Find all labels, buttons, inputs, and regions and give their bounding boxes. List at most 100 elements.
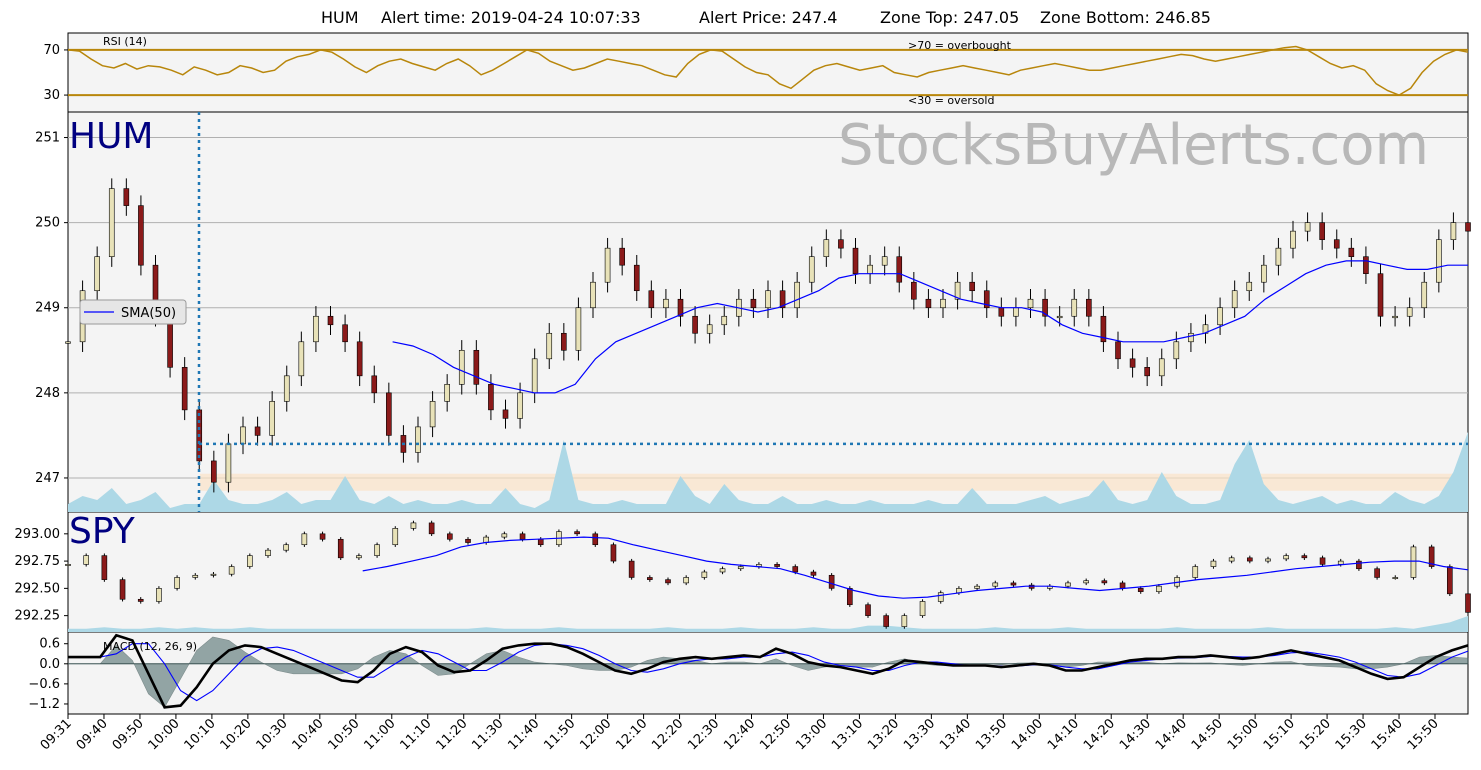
hum-candle (663, 298, 669, 309)
x-tick-label: 12:00 (577, 716, 614, 753)
spy-candle (1156, 585, 1162, 592)
spy-candle (901, 615, 908, 627)
hum-candle (1290, 230, 1296, 249)
hum-candle (1115, 341, 1121, 360)
spy-candle (1301, 555, 1308, 559)
hum-candle (867, 264, 873, 275)
spy-candle (192, 574, 199, 578)
spy-candle (265, 549, 271, 556)
hum-candle (1348, 247, 1355, 257)
hum-candle (1086, 298, 1092, 317)
hum-candle (750, 298, 757, 309)
x-axis: 09:3109:4009:5010:0010:1010:2010:3010:40… (38, 714, 1442, 753)
hum-candle (794, 281, 800, 309)
x-tick-label: 14:10 (1045, 716, 1082, 753)
spy-candle (283, 544, 289, 551)
hum-candle (823, 239, 830, 257)
hum-candle (1436, 239, 1442, 283)
spy-candle (210, 573, 217, 576)
x-tick-label: 13:30 (901, 716, 938, 753)
spy-candle (1337, 560, 1344, 565)
spy-candle (992, 582, 999, 587)
hum-candle (1231, 290, 1238, 309)
x-tick-label: 11:30 (469, 716, 506, 753)
x-tick-label: 15:30 (1333, 716, 1370, 753)
macd-panel (67, 631, 1469, 715)
x-tick-label: 14:30 (1117, 716, 1154, 753)
spy-candle (101, 555, 108, 580)
spy-candle (828, 574, 835, 589)
title-zone-top: Zone Top: 247.05 (880, 8, 1019, 27)
spy-candle (1465, 593, 1471, 613)
macd-ytick-label: 0.0 (39, 657, 60, 672)
hum-ytick-label: 251 (35, 131, 60, 146)
spy-candle (1283, 555, 1289, 560)
spy-candle (1247, 557, 1253, 562)
hum-candle (1158, 358, 1165, 377)
rsi-ytick-label: 70 (43, 43, 60, 58)
hum-candle (1319, 222, 1325, 240)
x-tick-label: 11:00 (361, 716, 398, 753)
spy-candle (719, 568, 726, 573)
hum-candle (342, 324, 348, 343)
spy-candle (83, 555, 89, 565)
spy-candle (919, 601, 926, 616)
rsi-panel (67, 32, 1469, 113)
hum-candle (852, 247, 859, 275)
hum-ticker-label: HUM (69, 116, 153, 157)
hum-candle (1144, 367, 1150, 377)
spy-candle (1210, 560, 1217, 567)
hum-candle (1377, 273, 1384, 317)
spy-candle (501, 533, 508, 538)
hum-candle (1275, 247, 1282, 266)
sma-legend-label: SMA(50) (121, 306, 176, 321)
x-tick-label: 14:50 (1189, 716, 1226, 753)
x-tick-label: 10:10 (182, 716, 219, 753)
spy-candle (410, 522, 417, 529)
x-tick-label: 11:10 (397, 716, 434, 753)
x-tick-label: 11:40 (505, 716, 542, 753)
hum-candle (283, 375, 290, 402)
hum-candle (1261, 264, 1267, 283)
hum-candle (706, 324, 713, 334)
spy-candle (574, 531, 580, 535)
spy-candle (774, 564, 780, 567)
spy-candle (247, 555, 253, 567)
rsi-label: RSI (14) (103, 35, 147, 48)
hum-candle (1217, 307, 1223, 326)
spy-candle (737, 566, 744, 570)
x-tick-label: 09:40 (74, 716, 111, 753)
x-tick-label: 13:40 (937, 716, 974, 753)
spy-candle (174, 577, 180, 589)
spy-candle (647, 577, 653, 580)
spy-ytick-label: 293.00 (15, 527, 61, 542)
rsi-overbought-note: >70 = overbought (908, 39, 1012, 52)
hum-candle (1129, 358, 1136, 368)
hum-candle (429, 401, 436, 428)
hum-candle (838, 239, 844, 249)
title-alert-price: Alert Price: 247.4 (699, 8, 837, 27)
x-tick-label: 14:00 (1009, 716, 1046, 753)
hum-candle (808, 256, 815, 283)
hum-candle (240, 426, 246, 445)
spy-ytick-label: 292.25 (15, 609, 61, 624)
hum-candle (327, 315, 334, 326)
hum-ytick-label: 247 (35, 471, 60, 486)
spy-candle (1101, 580, 1108, 584)
hum-candle (1013, 307, 1019, 317)
hum-candle (1450, 222, 1457, 240)
x-tick-label: 10:00 (146, 716, 183, 753)
spy-candle (465, 538, 471, 543)
x-tick-label: 15:00 (1225, 716, 1262, 753)
title-alert-time: Alert time: 2019-04-24 10:07:33 (381, 8, 641, 27)
spy-candle (301, 533, 308, 546)
x-tick-label: 12:40 (721, 716, 758, 753)
stock-alert-chart: HUM Alert time: 2019-04-24 10:07:33 Aler… (15, 8, 1471, 753)
x-tick-label: 15:20 (1297, 716, 1334, 753)
spy-candle (683, 577, 689, 584)
x-tick-label: 11:50 (541, 716, 578, 753)
spy-candle (1065, 582, 1071, 587)
x-tick-label: 12:30 (685, 716, 722, 753)
watermark: StocksBuyAlerts.com (838, 113, 1429, 178)
spy-candle (1228, 557, 1235, 562)
